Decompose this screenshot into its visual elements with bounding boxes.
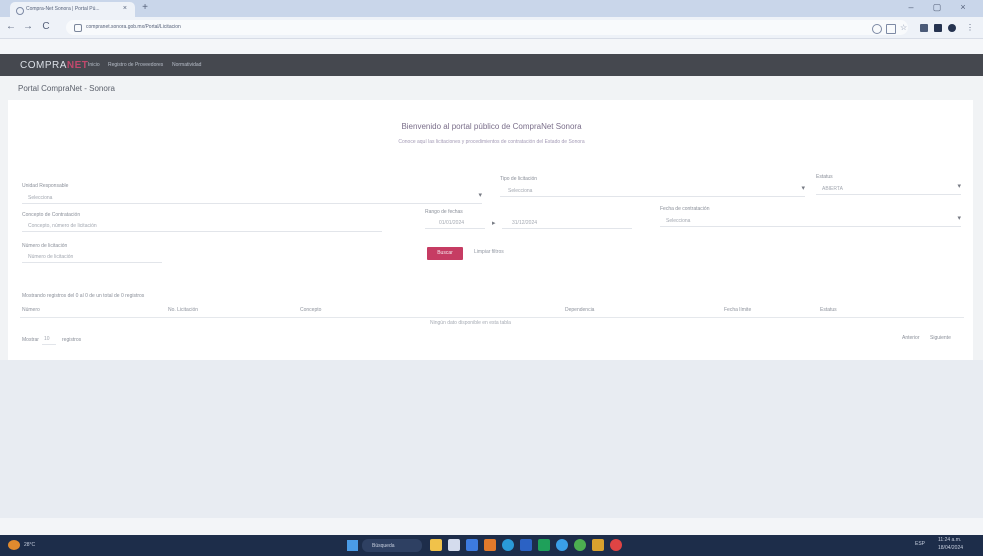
tab-close-icon[interactable]: × bbox=[123, 5, 127, 12]
welcome-heading: Bienvenido al portal público de CompraNe… bbox=[401, 122, 582, 131]
concepto-input[interactable]: Concepto, número de licitación bbox=[22, 222, 382, 232]
fecha-inicio-input[interactable]: 01/01/2024 bbox=[425, 219, 485, 229]
language-indicator[interactable]: ESP bbox=[915, 541, 925, 547]
bookmarks-area bbox=[0, 39, 983, 54]
sidebar-icon[interactable] bbox=[934, 24, 942, 32]
site-logo[interactable]: COMPRANET bbox=[20, 60, 88, 71]
records-info: Mostrando registros del 0 al 0 de un tot… bbox=[22, 293, 145, 299]
extension-icon[interactable] bbox=[920, 24, 928, 32]
app-icon-3[interactable] bbox=[484, 539, 496, 551]
zoom-icon[interactable] bbox=[872, 24, 882, 34]
welcome-subheading: Conoce aquí las licitaciones y procedimi… bbox=[398, 139, 585, 145]
concepto-label: Concepto de Contratación bbox=[22, 212, 81, 218]
fecha-inicio-value: 01/01/2024 bbox=[439, 220, 465, 226]
col-header-licitacion[interactable]: No. Licitación bbox=[168, 307, 198, 313]
unidad-select[interactable]: Selecciona ▾ bbox=[22, 192, 482, 204]
clock-time[interactable]: 11:24 a.m. bbox=[938, 537, 961, 543]
chevron-down-icon: ▾ bbox=[801, 185, 805, 192]
taskbar-search-text: Búsqueda bbox=[372, 543, 395, 549]
numero-label: Número de licitación bbox=[22, 243, 68, 249]
fecha-contratacion-label: Fecha de contratación bbox=[660, 206, 710, 212]
nav-link-registro[interactable]: Registro de Proveedores bbox=[108, 62, 163, 68]
forward-button[interactable]: → bbox=[22, 21, 34, 33]
close-window-button[interactable]: × bbox=[954, 2, 972, 12]
empty-table-message: Ningún dato disponible en esta tabla bbox=[430, 320, 511, 326]
numero-placeholder: Número de licitación bbox=[28, 254, 74, 260]
page-size-value: 10 bbox=[44, 336, 50, 342]
maximize-button[interactable]: ▢ bbox=[928, 2, 946, 13]
new-tab-button[interactable]: + bbox=[140, 3, 150, 13]
table-header-divider bbox=[20, 317, 964, 318]
browser-tab[interactable]: Compra-Net Sonora | Portal Pú... × bbox=[10, 2, 135, 17]
favicon-icon bbox=[16, 7, 24, 15]
share-icon[interactable] bbox=[886, 24, 896, 34]
col-header-concepto[interactable]: Concepto bbox=[300, 307, 321, 313]
estatus-value: ABIERTA bbox=[822, 186, 843, 192]
edge-icon[interactable] bbox=[502, 539, 514, 551]
tipo-value: Selecciona bbox=[508, 188, 533, 194]
concepto-placeholder: Concepto, número de licitación bbox=[28, 223, 97, 229]
page-size-suffix: registros bbox=[62, 337, 82, 343]
lock-icon bbox=[74, 24, 82, 32]
rango-label: Rango de fechas bbox=[425, 209, 463, 215]
next-page-button[interactable]: Siguiente bbox=[930, 335, 951, 341]
page-bottom-area bbox=[0, 518, 983, 535]
chrome-icon[interactable] bbox=[574, 539, 586, 551]
browser-toolbar: ← → C compranet.sonora.gob.mx/Portal/Lic… bbox=[0, 17, 983, 39]
date-separator-icon: ▸ bbox=[492, 220, 496, 227]
taskbar-search[interactable]: Búsqueda bbox=[362, 539, 422, 552]
app-icon-1[interactable] bbox=[448, 539, 460, 551]
limpiar-filtros-link[interactable]: Limpiar filtros bbox=[474, 249, 504, 255]
word-icon[interactable] bbox=[520, 539, 532, 551]
clock-date[interactable]: 18/04/2024 bbox=[938, 545, 963, 551]
estatus-label: Estatus bbox=[816, 174, 833, 180]
url-text: compranet.sonora.gob.mx/Portal/Licitacio… bbox=[86, 24, 181, 30]
prev-page-button[interactable]: Anterior bbox=[902, 335, 920, 341]
col-header-numero[interactable]: Número bbox=[22, 307, 40, 313]
reload-button[interactable]: C bbox=[40, 21, 52, 33]
chevron-down-icon: ▾ bbox=[957, 183, 961, 190]
col-header-estatus[interactable]: Estatus bbox=[820, 307, 837, 313]
minimize-button[interactable]: – bbox=[902, 2, 920, 12]
numero-input[interactable]: Número de licitación bbox=[22, 253, 162, 263]
app-icon-5[interactable] bbox=[592, 539, 604, 551]
col-header-fecha[interactable]: Fecha límite bbox=[724, 307, 751, 313]
app-icon-6[interactable] bbox=[610, 539, 622, 551]
address-bar[interactable]: compranet.sonora.gob.mx/Portal/Licitacio… bbox=[66, 20, 908, 35]
chevron-down-icon: ▾ bbox=[957, 215, 961, 222]
menu-icon[interactable]: ⋮ bbox=[966, 24, 974, 32]
tab-title: Compra-Net Sonora | Portal Pú... bbox=[26, 6, 100, 12]
page-title: Portal CompraNet - Sonora bbox=[18, 84, 115, 93]
estatus-select[interactable]: ABIERTA ▾ bbox=[816, 183, 961, 195]
file-explorer-icon[interactable] bbox=[430, 539, 442, 551]
back-button[interactable]: ← bbox=[5, 21, 17, 33]
unidad-value: Selecciona bbox=[28, 195, 53, 201]
buscar-button[interactable]: Buscar bbox=[427, 247, 463, 260]
star-icon[interactable]: ☆ bbox=[900, 24, 908, 32]
weather-icon[interactable] bbox=[8, 540, 20, 550]
weather-text: 28°C bbox=[24, 542, 36, 548]
fecha-contratacion-value: Selecciona bbox=[666, 218, 691, 224]
profile-avatar[interactable] bbox=[948, 24, 956, 32]
chevron-down-icon: ▾ bbox=[478, 192, 482, 199]
page-lower-area bbox=[0, 360, 983, 518]
fecha-fin-input[interactable]: 31/12/2024 bbox=[502, 219, 632, 229]
tipo-label: Tipo de licitación bbox=[500, 176, 538, 182]
tipo-select[interactable]: Selecciona ▾ bbox=[500, 185, 805, 197]
app-icon-4[interactable] bbox=[556, 539, 568, 551]
windows-start-icon[interactable] bbox=[347, 540, 358, 551]
col-header-dependencia[interactable]: Dependencia bbox=[565, 307, 594, 313]
fecha-contratacion-select[interactable]: Selecciona ▾ bbox=[660, 215, 961, 227]
nav-link-inicio[interactable]: Inicio bbox=[88, 62, 100, 68]
unidad-label: Unidad Responsable bbox=[22, 183, 69, 189]
page-size-select[interactable]: 10 bbox=[42, 335, 56, 345]
fecha-fin-value: 31/12/2024 bbox=[512, 220, 538, 226]
app-icon-2[interactable] bbox=[466, 539, 478, 551]
page-size-label: Mostrar bbox=[22, 337, 39, 343]
nav-link-normatividad[interactable]: Normatividad bbox=[172, 62, 201, 68]
excel-icon[interactable] bbox=[538, 539, 550, 551]
